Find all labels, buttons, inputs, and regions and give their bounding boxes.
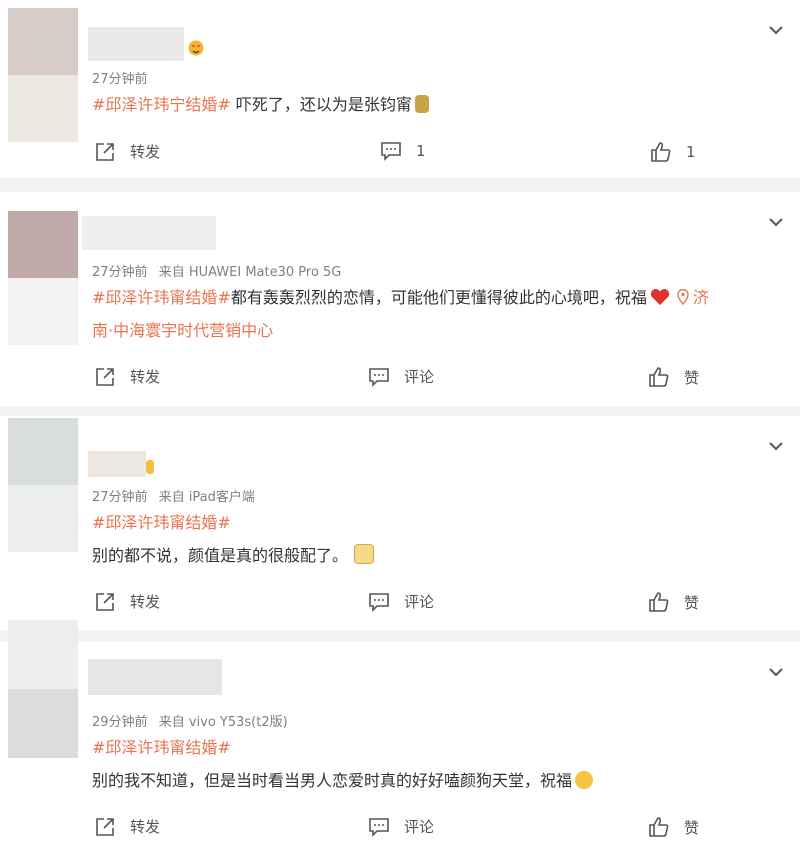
divider [0,630,800,642]
comment-text: #邱泽许玮甯结婚#都有轰轰烈烈的恋情，可能他们更懂得彼此的心境吧，祝福济南·中海… [92,281,782,347]
comment-body: 别的都不说，颜值是真的很般配了。 [92,546,349,565]
comment-card: 27分钟前 #邱泽许玮宁结婚# 吓死了，还以为是张钧甯 转发 1 1 [0,0,800,178]
avatar[interactable] [8,211,78,345]
comment-button[interactable]: 评论 [368,366,434,387]
comment-body: 吓死了，还以为是张钧甯 [230,95,412,114]
avatar[interactable] [8,418,78,552]
comment-body: 都有轰轰烈烈的恋情，可能他们更懂得彼此的心境吧，祝福 [230,288,647,307]
comment-text: #邱泽许玮甯结婚# 别的我不知道，但是当时看当男人恋爱时真的好好嗑颜狗天堂，祝福 [92,731,782,797]
comment-card: 29分钟前 来自 vivo Y53s(t2版) #邱泽许玮甯结婚# 别的我不知道… [0,620,800,844]
comment-body: 别的我不知道，但是当时看当男人恋爱时真的好好嗑颜狗天堂，祝福 [92,771,573,790]
forward-button[interactable]: 转发 [94,816,160,837]
comment-button[interactable]: 1 [380,141,426,161]
topic-link[interactable]: #邱泽许玮甯结婚# [92,738,231,757]
comment-card: 27分钟前 来自 iPad客户端 #邱泽许玮甯结婚# 别的都不说，颜值是真的很般… [0,416,800,630]
divider [0,406,800,416]
comment-meta: 27分钟前 [92,68,155,87]
forward-icon [96,592,114,611]
username-blurred[interactable] [88,451,146,477]
forward-icon [96,367,114,386]
username-blurred[interactable] [82,216,216,250]
emoji-icon [354,544,375,564]
chevron-down-icon[interactable] [766,662,786,682]
forward-icon [96,142,114,161]
chevron-down-icon[interactable] [766,212,786,232]
like-button[interactable]: 赞 [648,591,699,613]
action-bar: 转发 评论 赞 [0,366,800,390]
comment-button[interactable]: 评论 [368,816,434,837]
location-pin-icon [677,288,689,306]
emoji-icon [414,95,429,113]
thumbs-up-icon [649,592,669,612]
action-bar: 转发 评论 赞 [0,591,800,615]
comment-icon [369,367,389,387]
timestamp: 29分钟前 [92,715,148,730]
badge-icon [146,460,154,478]
emoji-badge-icon [187,40,205,60]
like-button[interactable]: 1 [650,141,696,163]
comment-meta: 29分钟前 来自 vivo Y53s(t2版) [92,711,295,730]
heart-icon [650,289,670,305]
like-button[interactable]: 赞 [648,816,699,838]
comment-icon [369,592,389,612]
action-bar: 转发 评论 赞 [0,816,800,840]
thumbs-up-icon [649,817,669,837]
comment-text: #邱泽许玮甯结婚# 别的都不说，颜值是真的很般配了。 [92,506,782,572]
forward-button[interactable]: 转发 [94,141,160,162]
topic-link[interactable]: #邱泽许玮宁结婚# [92,95,231,114]
username-blurred[interactable] [88,659,222,695]
comment-text: #邱泽许玮宁结婚# 吓死了，还以为是张钧甯 [92,88,782,121]
comment-meta: 27分钟前 来自 HUAWEI Mate30 Pro 5G [92,261,348,280]
device-source: 来自 HUAWEI Mate30 Pro 5G [158,265,342,280]
divider [0,178,800,192]
thumbs-up-icon [651,142,671,162]
forward-button[interactable]: 转发 [94,366,160,387]
topic-link[interactable]: #邱泽许玮甯结婚# [92,288,231,307]
device-source: 来自 vivo Y53s(t2版) [158,715,288,730]
comment-meta: 27分钟前 来自 iPad客户端 [92,486,262,505]
thumbs-up-icon [649,367,669,387]
chevron-down-icon[interactable] [766,20,786,40]
comment-icon [369,817,389,837]
timestamp: 27分钟前 [92,490,148,505]
crying-emoji-icon [575,771,594,789]
like-button[interactable]: 赞 [648,366,699,388]
username-blurred[interactable] [88,27,184,61]
comment-card: 27分钟前 来自 HUAWEI Mate30 Pro 5G #邱泽许玮甯结婚#都… [0,192,800,406]
avatar[interactable] [8,620,78,758]
timestamp: 27分钟前 [92,265,148,280]
device-source: 来自 iPad客户端 [158,490,255,505]
forward-icon [96,817,114,836]
comment-button[interactable]: 评论 [368,591,434,612]
chevron-down-icon[interactable] [766,436,786,456]
avatar[interactable] [8,8,78,142]
timestamp: 27分钟前 [92,72,148,87]
action-bar: 转发 1 1 [0,141,800,165]
topic-link[interactable]: #邱泽许玮甯结婚# [92,513,231,532]
comment-icon [381,142,401,161]
forward-button[interactable]: 转发 [94,591,160,612]
